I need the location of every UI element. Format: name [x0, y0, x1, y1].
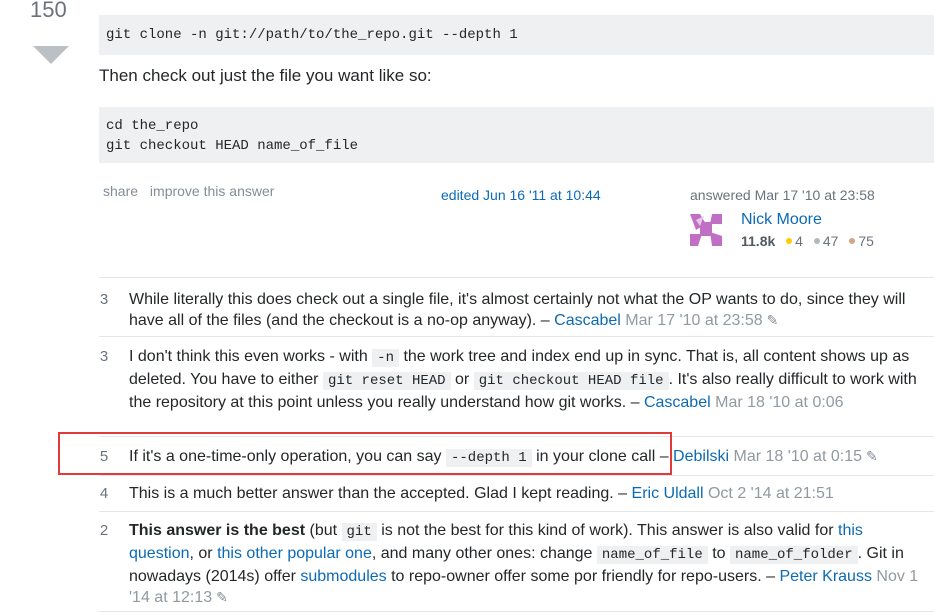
user-reputation: 11.8k 4 47 75 [741, 233, 874, 249]
comment-text: , or [189, 545, 213, 562]
comment-text: or [455, 371, 470, 388]
code-line: git clone -n git://path/to/the_repo.git … [106, 27, 518, 43]
comment-text: I don't think this even works - with [129, 348, 368, 365]
comment-body: This answer is the best (but git is not … [129, 520, 922, 608]
comment-user-link[interactable]: Cascabel [554, 312, 621, 329]
comment-body: This is a much better answer than the ac… [129, 483, 922, 504]
pencil-icon[interactable]: ✎ [216, 587, 228, 608]
pencil-icon[interactable]: ✎ [866, 446, 878, 467]
comment: 4 This is a much better answer than the … [99, 483, 934, 507]
comment-text: in your clone call – [536, 448, 669, 465]
comment-text: , and many other ones: change [371, 545, 593, 562]
comment-text: is not the best for this kind of work). … [381, 522, 834, 539]
comment-date[interactable]: Mar 18 '10 at 0:15 [734, 448, 862, 465]
inline-code: git [341, 523, 377, 541]
comment: 3 While literally this does check out a … [99, 289, 934, 333]
comment-body: If it's a one-time-only operation, you c… [129, 446, 922, 469]
comment: 3 I don't think this even works - with -… [99, 346, 934, 430]
comment-score: 3 [99, 291, 109, 308]
vote-down-button[interactable] [33, 46, 69, 64]
user-name-link[interactable]: Nick Moore [741, 211, 822, 229]
comment-text: (but [305, 522, 338, 539]
comment-text: If it's a one-time-only operation, you c… [129, 448, 442, 465]
code-block-clone: git clone -n git://path/to/the_repo.git … [99, 15, 934, 55]
comment-body: I don't think this even works - with -n … [129, 346, 922, 413]
inline-code: git reset HEAD [322, 372, 451, 390]
comment-date[interactable]: Oct 2 '14 at 21:51 [708, 485, 834, 502]
improve-answer-link[interactable]: improve this answer [150, 183, 275, 199]
inline-code: name_of_folder [729, 546, 858, 564]
comment-text: to repo-owner offer some por friendly fo… [391, 568, 775, 585]
code-line: cd the_repo [106, 118, 199, 134]
share-link[interactable]: share [103, 183, 138, 199]
comment-date[interactable]: Mar 17 '10 at 23:58 [625, 312, 762, 329]
answered-time: answered Mar 17 '10 at 23:58 [690, 187, 875, 203]
comment-text: to [712, 545, 726, 562]
comment-text: While literally this does check out a si… [129, 291, 906, 329]
comment-user-link[interactable]: Cascabel [644, 394, 711, 411]
submodules-link[interactable]: submodules [300, 568, 386, 585]
divider [99, 436, 934, 437]
comment-score: 2 [99, 522, 109, 539]
comment-score: 3 [99, 348, 109, 365]
comment: 5 If it's a one-time-only operation, you… [99, 446, 934, 470]
gold-badge-count: 4 [795, 233, 803, 249]
comment-body: While literally this does check out a si… [129, 289, 922, 331]
divider [99, 475, 934, 476]
divider [99, 611, 934, 612]
silver-badge-icon [813, 238, 820, 245]
comment-score: 4 [99, 485, 109, 502]
inline-code: --depth 1 [446, 449, 532, 467]
comment-user-link[interactable]: Debilski [673, 448, 729, 465]
answer-text: Then check out just the file you want li… [99, 66, 432, 85]
user-avatar[interactable] [690, 210, 722, 250]
inline-code: name_of_file [596, 546, 708, 564]
inline-code: -n [372, 349, 399, 367]
gold-badge-icon [786, 238, 793, 245]
code-block-checkout: cd the_repo git checkout HEAD name_of_fi… [99, 107, 934, 163]
bronze-badge-count: 75 [858, 233, 874, 249]
reputation-score: 11.8k [741, 233, 776, 249]
pencil-icon[interactable]: ✎ [767, 310, 779, 331]
comment-bold-text: This answer is the best [129, 522, 306, 539]
inline-code: git checkout HEAD file [473, 372, 669, 390]
comment-date[interactable]: Mar 18 '10 at 0:06 [715, 394, 843, 411]
edited-link[interactable]: edited Jun 16 '11 at 10:44 [441, 187, 601, 203]
comment-text: This is a much better answer than the ac… [129, 485, 628, 502]
divider [99, 336, 934, 337]
divider [99, 277, 934, 278]
silver-badge-count: 47 [822, 233, 839, 249]
comment-user-link[interactable]: Peter Krauss [779, 568, 871, 585]
comment-score: 5 [99, 448, 109, 465]
comment-user-link[interactable]: Eric Uldall [632, 485, 704, 502]
code-line: git checkout HEAD name_of_file [106, 138, 359, 154]
vote-count: 150 [30, 0, 67, 22]
comment: 2 This answer is the best (but git is no… [99, 520, 934, 606]
bronze-badge-icon [849, 238, 856, 245]
post-menu: share improve this answer [103, 183, 282, 199]
divider [99, 511, 934, 512]
other-popular-link[interactable]: this other popular one [217, 545, 372, 562]
